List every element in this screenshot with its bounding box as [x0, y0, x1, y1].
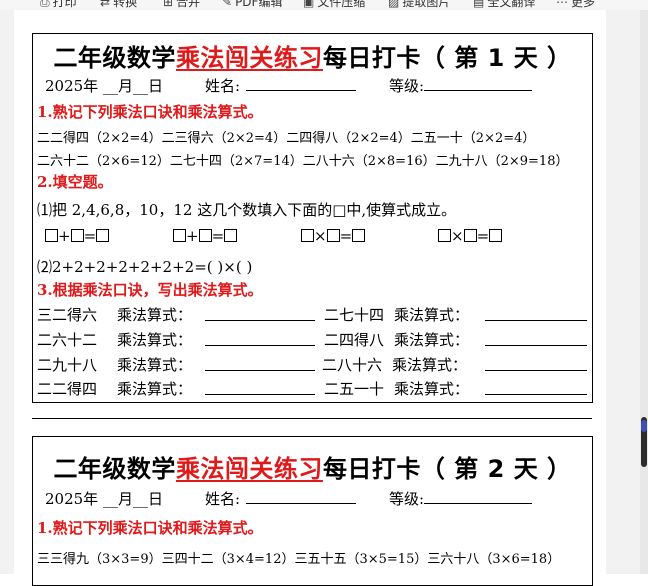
- equation-blank-1: + =: [45, 227, 110, 245]
- pdf-edit-icon: ✎: [222, 0, 233, 9]
- worksheet-card-day1: 二年级数学乘法闯关练习每日打卡（ 第 1 天 ） 2025年 __月__日 姓名…: [32, 33, 593, 403]
- document-page: 二年级数学乘法闯关练习每日打卡（ 第 1 天 ） 2025年 __月__日 姓名…: [14, 10, 606, 586]
- section-1-heading: 1.熟记下列乘法口诀和乘法算式。: [37, 103, 263, 121]
- grade-blank: [424, 90, 533, 91]
- name-blank: [246, 503, 357, 504]
- formula-answer-line: [205, 345, 315, 346]
- print-button[interactable]: ⎙ 打印: [40, 0, 77, 10]
- formula-right-3: 二八十六: [322, 356, 383, 374]
- merge-button[interactable]: ⊞ 合并: [163, 0, 200, 10]
- convert-icon: ⇄: [100, 0, 111, 9]
- formula-answer-line: [205, 394, 315, 395]
- formula-answer-line: [485, 320, 587, 321]
- question-2-text: ⑵2+2+2+2+2+2+2=( )×( ): [37, 258, 253, 276]
- section-2-heading: 2.填空题。: [37, 173, 113, 191]
- translate-button[interactable]: ▤ 全文翻译: [473, 0, 535, 10]
- question-1-text: ⑴把 2,4,6,8，10，12 这几个数填入下面的□中,使算式成立。: [37, 201, 457, 219]
- formula-right-1: 二七十四: [324, 306, 385, 324]
- formula-right-4: 二五一十: [324, 380, 385, 398]
- viewer-left-margin: [0, 10, 14, 574]
- name-field: 姓名:: [205, 488, 357, 509]
- formula-answer-line: [205, 320, 315, 321]
- grade-blank: [424, 503, 533, 504]
- translate-icon: ▤: [473, 0, 485, 9]
- worksheet-card-day2: 二年级数学乘法闯关练习每日打卡（ 第 2 天 ） 2025年 __月__日 姓名…: [32, 436, 593, 586]
- scroll-position-marker: [641, 420, 647, 432]
- formula-left-2: 二六十二: [37, 331, 98, 349]
- name-field: 姓名:: [205, 75, 357, 96]
- convert-button[interactable]: ⇄ 转换: [100, 0, 137, 10]
- compress-icon: ▣: [303, 0, 315, 9]
- formula-answer-line: [485, 394, 587, 395]
- date-field: 2025年 __月__日: [45, 77, 163, 95]
- formula-answer-line: [205, 370, 315, 371]
- pdf-edit-button[interactable]: ✎ PDF编辑: [222, 0, 282, 10]
- more-button[interactable]: ⋯ 更多: [556, 0, 595, 10]
- multiplication-rhyme-row-1: 二二得四（2×2=4）二三得六（2×2=4）二四得八（2×2=4）二五一十（2×…: [37, 131, 536, 146]
- equation-blank-3: × =: [301, 227, 366, 245]
- formula-answer-line: [485, 345, 587, 346]
- equation-blank-4: × =: [438, 227, 503, 245]
- cut-line-divider: [32, 418, 592, 419]
- equation-blank-2: + =: [173, 227, 238, 245]
- print-icon: ⎙: [40, 0, 50, 9]
- extract-image-button[interactable]: ▨ 提取图片: [388, 0, 450, 10]
- section-3-heading: 3.根据乘法口诀，写出乘法算式。: [37, 281, 263, 299]
- multiplication-rhyme-row-1: 三三得九（3×3=9）三四十二（3×4=12）三五十五（3×5=15）三六十八（…: [37, 552, 561, 567]
- name-blank: [246, 90, 357, 91]
- grade-field: 等级:: [389, 488, 533, 509]
- formula-left-4: 二二得四: [37, 380, 98, 398]
- extract-image-icon: ▨: [388, 0, 400, 9]
- formula-right-2: 二四得八: [324, 331, 385, 349]
- scrollbar[interactable]: [640, 10, 648, 574]
- grade-field: 等级:: [389, 75, 533, 96]
- section-1-heading: 1.熟记下列乘法口诀和乘法算式。: [37, 519, 263, 537]
- toolbar: ⎙ 打印 ⇄ 转换 ⊞ 合并 ✎ PDF编辑 ▣ 文件压缩 ▨ 提取图片 ▤ 全文翻译 ⋯ 更多: [0, 0, 648, 10]
- multiplication-rhyme-row-2: 二六十二（2×6=12）二七十四（2×7=14）二八十六（2×8=16）二九十八…: [37, 154, 569, 169]
- compress-button[interactable]: ▣ 文件压缩: [303, 0, 365, 10]
- formula-left-1: 三二得六: [37, 306, 98, 324]
- formula-answer-line: [485, 370, 587, 371]
- date-field: 2025年 __月__日: [45, 490, 163, 508]
- worksheet-title: 二年级数学乘法闯关练习每日打卡（ 第 2 天 ）: [53, 455, 572, 483]
- merge-icon: ⊞: [163, 0, 174, 9]
- worksheet-title: 二年级数学乘法闯关练习每日打卡（ 第 1 天 ）: [53, 44, 572, 72]
- more-icon: ⋯: [556, 0, 568, 9]
- formula-left-3: 二九十八: [37, 356, 98, 374]
